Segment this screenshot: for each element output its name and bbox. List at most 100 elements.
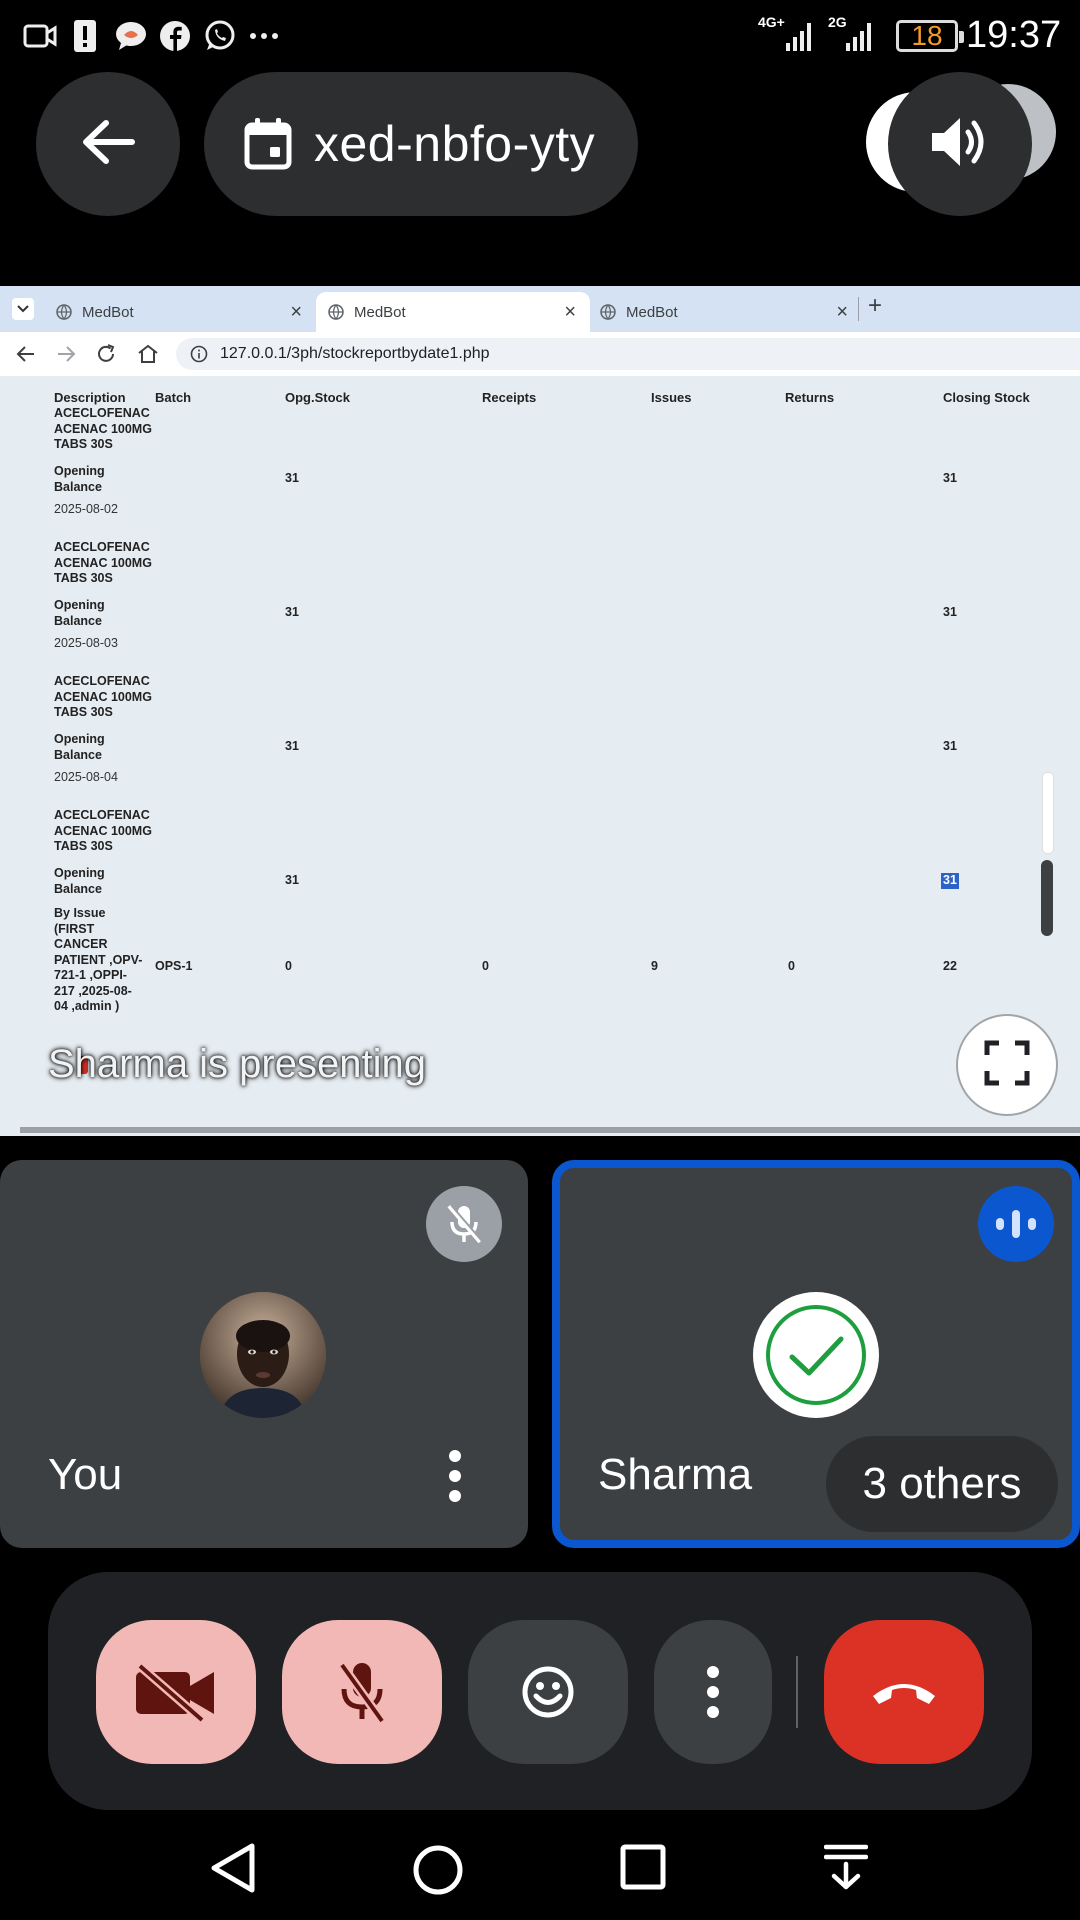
- scrollbar-track[interactable]: [1042, 772, 1054, 854]
- report-page: Description Batch Opg.Stock Receipts Iss…: [0, 376, 1080, 1136]
- video-camera-icon: [22, 18, 58, 54]
- fullscreen-button[interactable]: [958, 1016, 1056, 1114]
- more-dots-icon: [248, 18, 280, 54]
- calendar-icon: [244, 117, 292, 171]
- browser-address-bar: 127.0.0.1/3ph/stockreportbydate1.php: [0, 332, 1080, 377]
- avatar: [200, 1292, 326, 1418]
- self-video-tile[interactable]: You: [0, 1160, 528, 1548]
- globe-icon: [56, 304, 72, 320]
- opg-stock-value: 31: [285, 471, 299, 485]
- fullscreen-icon: [984, 1040, 1030, 1091]
- close-tab-icon[interactable]: ×: [836, 301, 848, 324]
- network-2g-label: 2G: [828, 14, 847, 30]
- row-date: 2025-08-04: [54, 770, 118, 784]
- url-field[interactable]: 127.0.0.1/3ph/stockreportbydate1.php: [176, 338, 1080, 370]
- signal-strength-icon: [786, 18, 816, 54]
- presenting-label: Sharma is presenting: [48, 1042, 426, 1086]
- column-header-description: Description: [54, 390, 126, 405]
- back-button[interactable]: [36, 72, 180, 216]
- closing-stock-value-selected: 31: [941, 873, 959, 889]
- more-vertical-icon: [707, 1666, 719, 1718]
- audio-output-button[interactable]: [888, 72, 1032, 216]
- nav-home-icon[interactable]: [412, 1844, 464, 1901]
- network-4g-label: 4G+: [758, 14, 785, 30]
- end-call-icon: [873, 1684, 935, 1704]
- opg-stock-value: 31: [285, 873, 299, 887]
- reload-icon[interactable]: [94, 342, 118, 366]
- presentation-screen: MedBot × MedBot × MedBot × + 127.0.0.1/3…: [0, 286, 1080, 1136]
- row-date: 2025-08-03: [54, 636, 118, 650]
- sharma-video-tile[interactable]: Sharma 3 others: [552, 1160, 1080, 1548]
- clock: 19:37: [966, 14, 1062, 56]
- user-photo-icon: [200, 1292, 326, 1418]
- speaker-icon: [928, 113, 992, 176]
- nav-recents-icon[interactable]: [620, 1844, 666, 1895]
- home-icon[interactable]: [136, 342, 160, 366]
- closing-stock-value: 31: [943, 739, 957, 753]
- column-header-returns: Returns: [785, 390, 835, 405]
- facebook-icon: [158, 18, 192, 54]
- browser-tab-active[interactable]: MedBot ×: [316, 292, 590, 332]
- product-description: ACECLOFENAC ACENAC 100MG TABS 30S: [54, 406, 152, 451]
- browser-tab-bar: MedBot × MedBot × MedBot × +: [0, 286, 1080, 332]
- returns-value: 0: [788, 959, 795, 973]
- meeting-info-chip[interactable]: xed-nbfo-yty: [204, 72, 638, 216]
- participant-name-sharma: Sharma: [598, 1450, 753, 1499]
- product-description: ACECLOFENAC ACENAC 100MG TABS 30S: [54, 674, 152, 719]
- row-description: Opening Balance: [54, 732, 105, 762]
- closing-stock-value: 22: [943, 959, 957, 973]
- column-header-receipts: Receipts: [482, 390, 537, 405]
- close-tab-icon[interactable]: ×: [290, 301, 302, 324]
- tab-title: MedBot: [626, 303, 678, 321]
- column-header-closing-stock: Closing Stock: [943, 390, 1030, 405]
- batch-value: OPS-1: [155, 959, 193, 973]
- forward-icon[interactable]: [54, 342, 78, 366]
- scrollbar-thumb[interactable]: [1041, 860, 1053, 936]
- tab-search-button[interactable]: [12, 298, 34, 320]
- opg-stock-value: 31: [285, 739, 299, 753]
- browser-tab[interactable]: MedBot ×: [44, 292, 316, 332]
- tab-divider: [858, 297, 859, 321]
- camera-off-icon: [136, 1662, 214, 1722]
- product-description: ACECLOFENAC ACENAC 100MG TABS 30S: [54, 540, 152, 585]
- nav-notification-pull-icon[interactable]: [823, 1844, 869, 1895]
- avatar: [753, 1292, 879, 1418]
- status-bar: 4G+ 2G 18 19:37: [0, 0, 1080, 72]
- signal-strength-icon: [846, 18, 876, 54]
- chevron-down-icon: [17, 305, 29, 313]
- battery-level: 18: [911, 20, 943, 51]
- row-description: Opening Balance: [54, 464, 105, 494]
- end-call-button[interactable]: [824, 1620, 984, 1764]
- mic-toggle-button[interactable]: [282, 1620, 442, 1764]
- closing-stock-value: 31: [943, 605, 957, 619]
- tab-title: MedBot: [82, 303, 134, 321]
- call-controls-bar: [48, 1572, 1032, 1810]
- more-options-icon[interactable]: [440, 1448, 470, 1518]
- others-count-chip[interactable]: 3 others: [826, 1436, 1058, 1532]
- issues-value: 9: [651, 959, 658, 973]
- whatsapp-icon: [202, 18, 238, 54]
- reactions-button[interactable]: [468, 1620, 628, 1764]
- audio-level-icon: [996, 1210, 1036, 1238]
- meeting-code: xed-nbfo-yty: [314, 116, 596, 172]
- emoji-icon: [522, 1666, 574, 1718]
- new-tab-button[interactable]: +: [868, 292, 882, 320]
- back-arrow-icon: [80, 118, 136, 171]
- battery-icon: 18: [896, 20, 964, 52]
- mic-off-icon: [447, 1204, 483, 1244]
- close-tab-icon[interactable]: ×: [564, 301, 576, 324]
- opg-stock-value: 0: [285, 959, 292, 973]
- check-circle-icon: [766, 1305, 866, 1405]
- opg-stock-value: 31: [285, 605, 299, 619]
- more-options-button[interactable]: [654, 1620, 772, 1764]
- controls-divider: [796, 1656, 798, 1728]
- nav-back-icon[interactable]: [208, 1842, 258, 1899]
- info-icon[interactable]: [190, 345, 208, 363]
- receipts-value: 0: [482, 959, 489, 973]
- browser-tab[interactable]: MedBot ×: [588, 292, 862, 332]
- participant-name-you: You: [48, 1450, 123, 1499]
- row-description: By Issue (FIRST CANCER PATIENT ,OPV-721-…: [54, 906, 143, 1013]
- mic-off-icon: [338, 1662, 386, 1724]
- camera-toggle-button[interactable]: [96, 1620, 256, 1764]
- back-icon[interactable]: [14, 342, 38, 366]
